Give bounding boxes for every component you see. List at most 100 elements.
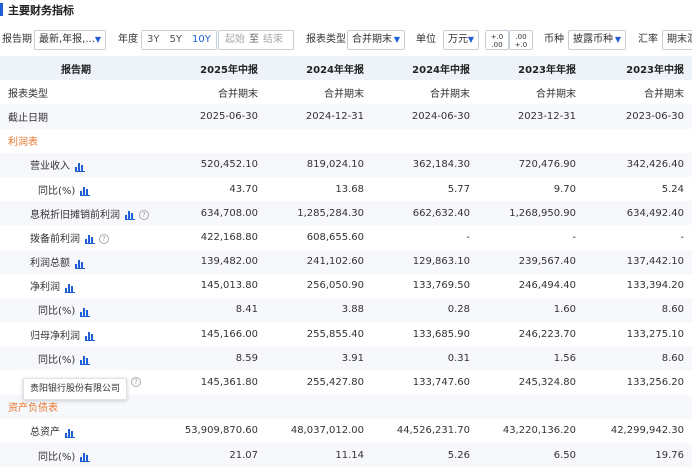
table-cell: 1.60 — [478, 297, 584, 323]
rate-select[interactable]: 期末汇 — [662, 30, 692, 50]
row-label: 拨备前利润 — [30, 233, 80, 245]
bar-chart-icon[interactable] — [75, 259, 85, 269]
help-icon[interactable]: ? — [99, 233, 109, 244]
table-cell: 608,655.60 — [306, 231, 364, 243]
row-label: 营业收入 — [30, 161, 70, 173]
table-cell: 21.07 — [160, 443, 266, 468]
table-cell: 5.26 — [372, 443, 478, 468]
table-cell: 634,492.40 — [584, 201, 692, 226]
table-row: 息税折旧摊销前利润? 634,708.00 1,285,284.30 662,6… — [0, 201, 692, 226]
table-cell: 139,482.00 — [160, 249, 266, 274]
table-cell: 133,769.50 — [412, 280, 470, 292]
table-cell: 133,685.90 — [412, 328, 470, 340]
bar-chart-icon[interactable] — [85, 234, 95, 245]
bar-chart-icon[interactable] — [65, 283, 75, 293]
table-cell: 42,299,942.30 — [610, 425, 684, 437]
row-label-cell: 净利润 — [0, 274, 160, 298]
table-cell: 2024-06-30 — [372, 104, 478, 129]
help-icon[interactable]: ? — [131, 377, 141, 388]
column-header[interactable]: 2025年中报 — [160, 56, 266, 81]
bar-chart-icon[interactable] — [80, 307, 91, 317]
year-option-5y[interactable]: 5Y — [164, 31, 186, 49]
table-cell: 合并期末 — [536, 88, 576, 100]
table-cell: 5.77 — [447, 183, 470, 195]
table-cell: 255,855.40 — [306, 328, 364, 340]
year-option-3y[interactable]: 3Y — [142, 31, 164, 49]
table-cell: 3.88 — [266, 297, 372, 323]
title-accent-bar — [0, 3, 3, 16]
year-option-10y[interactable]: 10Y — [187, 31, 216, 49]
table-cell: 44,526,231.70 — [396, 425, 470, 437]
table-cell: 6.50 — [478, 443, 584, 468]
table-cell: 819,024.10 — [266, 152, 372, 177]
row-label: 同比(%) — [38, 451, 76, 463]
increase-decimals-button[interactable]: +.0 .00 — [485, 30, 509, 50]
table-cell: 48,037,012.00 — [290, 425, 364, 437]
table-row: 归母净利润 145,166.00 255,855.40 133,685.90 2… — [0, 322, 692, 346]
table-row: 营业收入 520,452.10 819,024.10 362,184.30 72… — [0, 152, 692, 177]
column-header[interactable]: 2024年年报 — [266, 56, 372, 81]
table-cell: 1,268,950.90 — [478, 201, 584, 226]
table-cell: 133,256.20 — [626, 377, 684, 389]
unit-label: 单位 — [416, 34, 436, 45]
financial-indicators-table: 报告期 2025年中报 2024年年报 2024年中报 2023年年报 2023… — [0, 56, 692, 468]
start-date-placeholder: 起始 — [225, 34, 245, 45]
increase-decimals-bottom: .00 — [491, 41, 503, 49]
bar-chart-icon[interactable] — [125, 210, 135, 221]
table-cell: 520,452.10 — [160, 152, 266, 177]
row-label: 截止日期 — [0, 104, 160, 129]
report-type-select[interactable]: 合并期末 ▼ — [347, 30, 405, 50]
table-cell: 137,442.10 — [584, 249, 692, 274]
table-cell: 1,285,284.30 — [266, 201, 372, 226]
table-cell: 合并期末 — [218, 88, 258, 100]
table-cell: 246,494.40 — [518, 280, 576, 292]
bar-chart-icon[interactable] — [80, 452, 91, 463]
caret-down-icon: ▼ — [393, 35, 400, 44]
column-header[interactable]: 2023年年报 — [478, 56, 584, 81]
row-label: 同比(%) — [38, 306, 76, 318]
help-icon[interactable]: ? — [139, 209, 149, 220]
table-cell: 634,708.00 — [160, 201, 266, 226]
currency-label: 币种 — [544, 34, 564, 45]
currency-select[interactable]: 披露币种 ▼ — [568, 30, 626, 50]
report-type-value: 合并期末 — [352, 34, 392, 45]
table-cell: 5.24 — [661, 183, 684, 195]
decrease-decimals-button[interactable]: .00 +.0 — [509, 30, 533, 50]
table-cell: 0.28 — [372, 297, 478, 323]
bar-chart-icon[interactable] — [80, 186, 91, 197]
table-cell: 3.91 — [266, 346, 372, 371]
table-row: 同比(%) 43.70 13.68 5.77 9.70 5.24 — [0, 177, 692, 201]
bar-chart-icon[interactable] — [65, 428, 75, 438]
date-range-picker[interactable]: 起始至结束 — [218, 30, 294, 50]
column-header[interactable]: 2024年中报 — [372, 56, 478, 81]
table-cell: 2023-12-31 — [478, 104, 584, 129]
unit-select[interactable]: 万元 ▼ — [443, 30, 479, 50]
table-cell: 8.60 — [584, 346, 692, 371]
end-date-placeholder: 结束 — [263, 34, 283, 45]
table-row: 同比(%) 21.07 11.14 5.26 6.50 19.76 — [0, 443, 692, 468]
row-label-cell: 拨备前利润? — [0, 225, 160, 249]
column-header[interactable]: 2023年中报 — [584, 56, 692, 81]
table-cell: 合并期末 — [324, 88, 364, 100]
report-period-select[interactable]: 最新,年报,... ▼ — [34, 30, 106, 50]
table-cell: 13.68 — [335, 183, 364, 195]
table-cell: 9.70 — [553, 183, 576, 195]
table-cell: 241,102.60 — [266, 249, 372, 274]
caret-down-icon: ▼ — [94, 35, 101, 44]
row-label-cell: 同比(%) — [0, 443, 160, 468]
rate-value: 期末汇 — [667, 34, 692, 45]
row-label-cell: 息税折旧摊销前利润? — [0, 201, 160, 226]
table-row: 净利润 145,013.80 256,050.90 133,769.50 246… — [0, 274, 692, 298]
section-label: 利润表 — [8, 137, 38, 149]
table-cell: 11.14 — [266, 443, 372, 468]
bar-chart-icon[interactable] — [85, 331, 95, 342]
report-period-label: 报告期 — [2, 34, 32, 45]
table-cell: 133,747.60 — [412, 377, 470, 389]
bar-chart-icon[interactable] — [80, 355, 91, 366]
table-row: 利润总额 139,482.00 241,102.60 129,863.10 23… — [0, 249, 692, 274]
increase-decimals-top: +.0 — [490, 33, 504, 41]
section-row-income: 利润表 — [0, 129, 692, 153]
caret-down-icon: ▼ — [614, 35, 621, 44]
table-cell: - — [680, 231, 684, 243]
bar-chart-icon[interactable] — [75, 162, 85, 172]
